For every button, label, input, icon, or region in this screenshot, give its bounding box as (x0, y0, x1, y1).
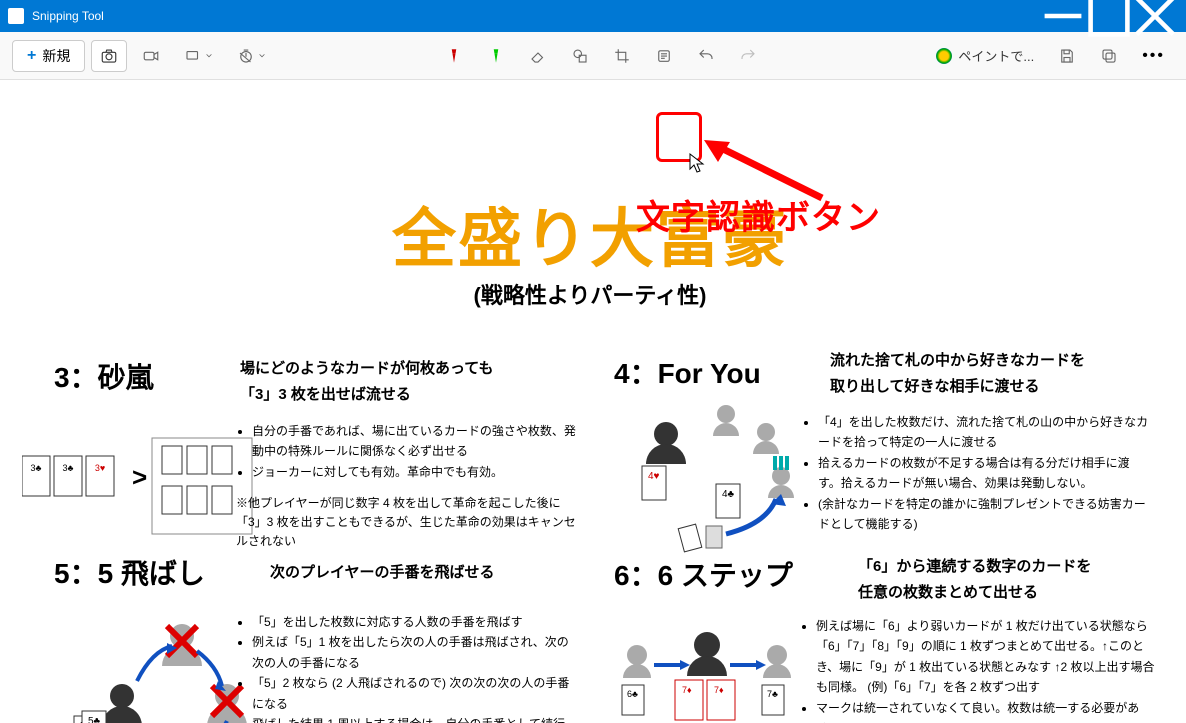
rule-bullets: 自分の手番であれば、場に出ているカードの強さや枚数、発動中の特殊ルールに関係なく… (236, 421, 576, 482)
svg-text:3♣: 3♣ (31, 463, 42, 473)
rule-lead: 流れた捨て札の中から好きなカードを 取り出して好きな相手に渡せる (830, 348, 1140, 399)
plus-icon: + (27, 47, 36, 65)
maximize-button[interactable] (1086, 0, 1132, 32)
new-button[interactable]: + 新規 (12, 40, 85, 72)
svg-text:3♥: 3♥ (95, 463, 105, 473)
snipped-image-content: 全盛り大富豪 (戦略性よりパーティ性) 3：砂嵐 場にどのようなカードが何枚あっ… (0, 80, 1180, 723)
svg-text:7♦: 7♦ (682, 685, 692, 695)
redo-button[interactable] (730, 40, 766, 72)
rule-title: 6：6 ステップ (614, 554, 793, 594)
rule-bullets: 「4」を出した枚数だけ、流れた捨て札の山の中から好きなカードを拾って特定の一人に… (802, 412, 1152, 534)
undo-button[interactable] (688, 40, 724, 72)
document-subtitle: (戦略性よりパーティ性) (0, 278, 1180, 310)
rule-title: 3：砂嵐 (54, 356, 154, 396)
svg-text:4♥: 4♥ (648, 471, 660, 482)
document-title: 全盛り大富豪 (0, 188, 1180, 280)
window-title: Snipping Tool (32, 9, 1040, 23)
svg-text:3♣: 3♣ (63, 463, 74, 473)
svg-text:5♣: 5♣ (88, 716, 101, 723)
svg-text:7♦: 7♦ (714, 685, 724, 695)
snip-shape-button[interactable] (175, 40, 222, 72)
close-button[interactable] (1132, 0, 1178, 32)
rule-note: ※他プレイヤーが同じ数字 4 枚を出して革命を起こした後に「3」3 枚を出すこと… (236, 494, 576, 552)
video-mode-button[interactable] (133, 40, 169, 72)
rule-6-diagram: 6♣ 7♦ 7♦ 7♣ (612, 620, 802, 723)
open-in-paint-button[interactable]: ペイントで... (927, 40, 1043, 72)
rule-title: 4：For You (614, 352, 761, 392)
rule-lead: 「6」から連続する数字のカードを 任意の枚数まとめて出せる (858, 554, 1138, 605)
rule-bullets: 例えば場に「6」より弱いカードが 1 枚だけ出ている状態なら「6」「7」「8」「… (800, 616, 1160, 723)
toolbar: + 新規 ペイントで... (0, 32, 1186, 80)
eraser-button[interactable] (520, 40, 556, 72)
cursor-icon (688, 152, 706, 179)
pen-red-button[interactable] (436, 40, 472, 72)
svg-text:>: > (132, 462, 147, 492)
highlighter-button[interactable] (478, 40, 514, 72)
text-recognition-button[interactable] (646, 40, 682, 72)
rule-4-diagram: 4♥ 4♣ (626, 404, 801, 559)
copy-button[interactable] (1091, 40, 1127, 72)
new-label: 新規 (42, 46, 70, 66)
shapes-button[interactable] (562, 40, 598, 72)
more-button[interactable]: ••• (1133, 40, 1174, 72)
paint-icon (936, 48, 952, 64)
svg-text:4♣: 4♣ (722, 489, 735, 500)
delay-button[interactable] (228, 40, 275, 72)
chevron-down-icon (258, 47, 266, 65)
camera-mode-button[interactable] (91, 40, 127, 72)
svg-text:6♣: 6♣ (627, 689, 638, 699)
title-bar: Snipping Tool (0, 0, 1186, 32)
rule-bullets: 「5」を出した枚数に対応する人数の手番を飛ばす 例えば「5」1 枚を出したら次の… (236, 612, 576, 723)
annotation-highlight-box (656, 112, 702, 162)
canvas-area[interactable]: 全盛り大富豪 (戦略性よりパーティ性) 3：砂嵐 場にどのようなカードが何枚あっ… (0, 80, 1186, 723)
paint-label: ペイントで... (958, 46, 1034, 65)
rule-3-diagram: 3♣ 3♣ 3♥ > (22, 436, 262, 541)
app-icon (8, 8, 24, 24)
crop-button[interactable] (604, 40, 640, 72)
minimize-button[interactable] (1040, 0, 1086, 32)
save-button[interactable] (1049, 40, 1085, 72)
rule-lead: 場にどのようなカードが何枚あっても 「3」3 枚を出せば流せる (240, 356, 570, 407)
rule-5-diagram: 5♣ 5♣ (32, 596, 252, 723)
rule-title: 5：5 飛ばし (54, 552, 205, 592)
chevron-down-icon (205, 47, 213, 65)
more-icon: ••• (1142, 47, 1165, 65)
rule-lead: 次のプレイヤーの手番を飛ばせる (270, 560, 570, 586)
svg-text:7♣: 7♣ (767, 689, 778, 699)
